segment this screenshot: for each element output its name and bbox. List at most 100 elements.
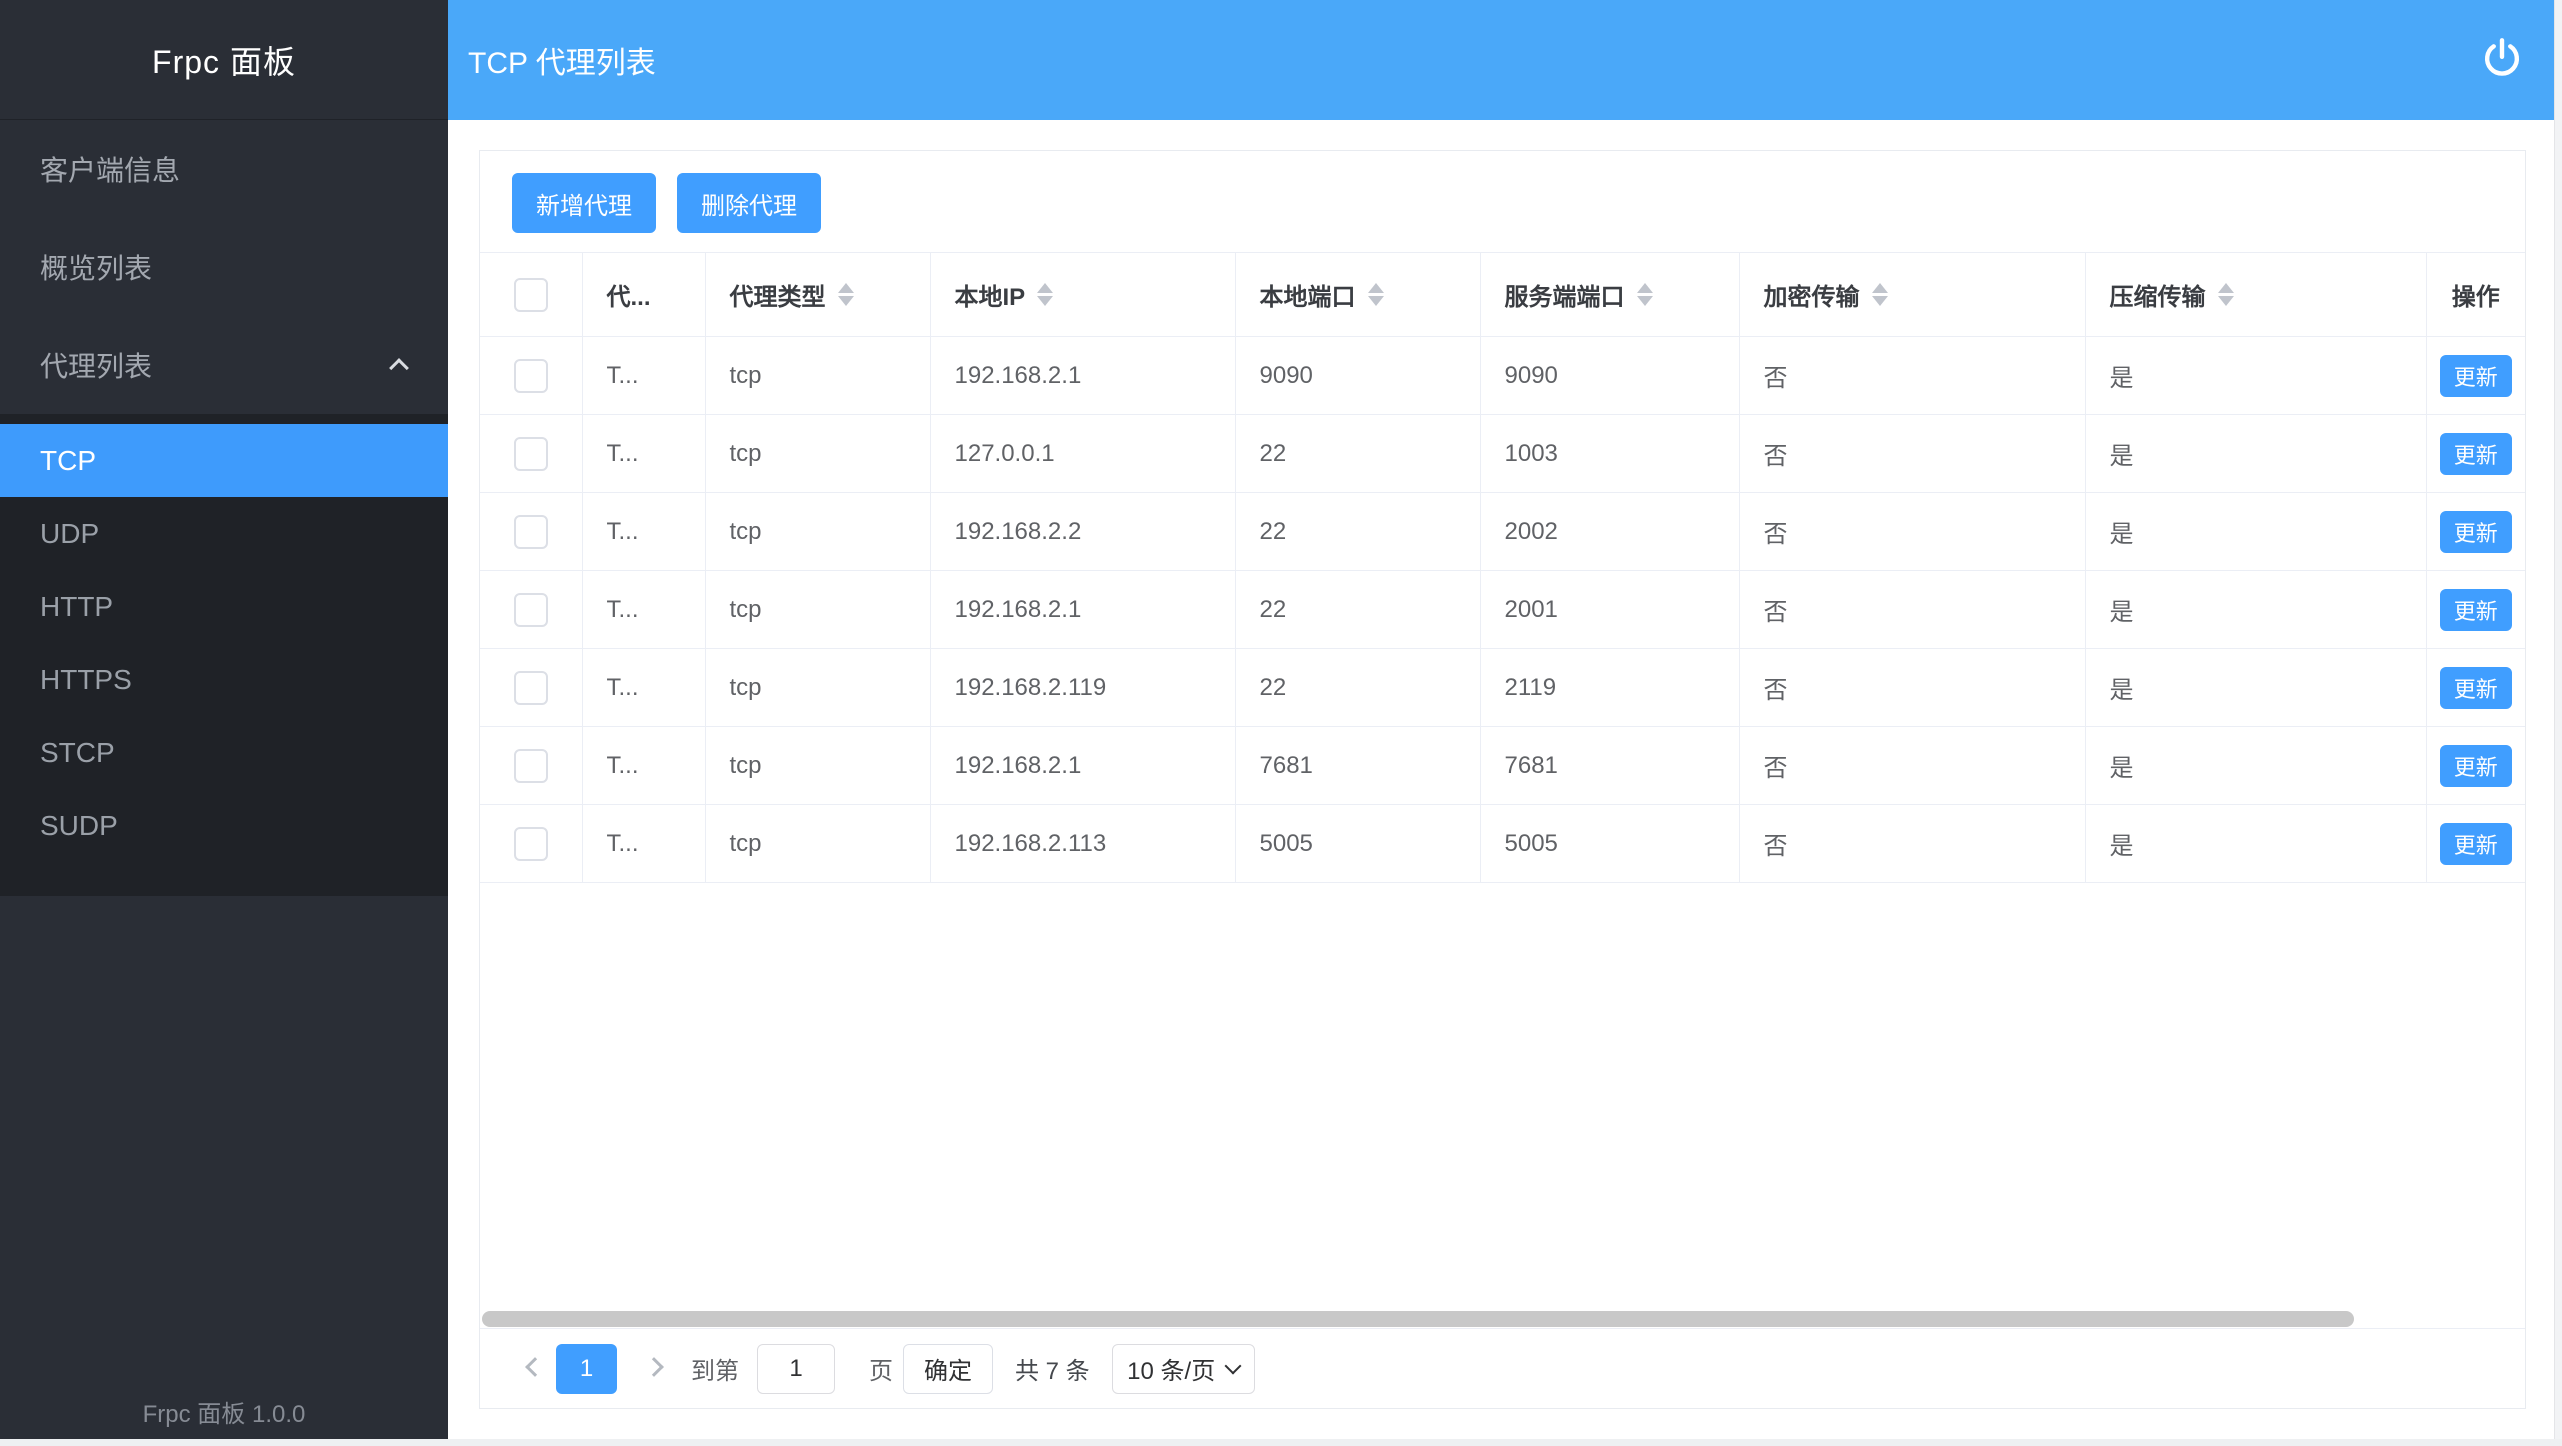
- cell-name: T...: [582, 337, 705, 415]
- sidebar-item-udp[interactable]: UDP: [0, 497, 448, 570]
- table-row: T...tcp127.0.0.1221003否是更新: [480, 415, 2525, 493]
- cell-type: tcp: [705, 415, 930, 493]
- cell-local-ip: 192.168.2.119: [930, 649, 1235, 727]
- page-title: TCP 代理列表: [468, 38, 656, 82]
- update-button[interactable]: 更新: [2440, 511, 2512, 553]
- column-header-local-ip[interactable]: 本地IP: [930, 253, 1235, 337]
- chevron-down-icon: [1225, 1357, 1242, 1374]
- cell-encrypted: 否: [1739, 337, 2085, 415]
- caret-up-icon: [838, 283, 854, 293]
- sort-carets-icon[interactable]: [2218, 283, 2234, 306]
- cell-compressed: 是: [2085, 493, 2426, 571]
- cell-local-port: 7681: [1235, 727, 1480, 805]
- cell-local-ip: 192.168.2.1: [930, 337, 1235, 415]
- column-header-label: 加密传输: [1764, 277, 1860, 312]
- column-header-compressed[interactable]: 压缩传输: [2085, 253, 2426, 337]
- caret-down-icon: [1368, 296, 1384, 306]
- sidebar-item-proxy-list[interactable]: 代理列表: [0, 316, 448, 414]
- column-header-label: 压缩传输: [2110, 277, 2206, 312]
- add-proxy-button[interactable]: 新增代理: [512, 173, 656, 233]
- sort-carets-icon[interactable]: [1368, 283, 1384, 306]
- next-page-button[interactable]: [643, 1356, 665, 1381]
- cell-encrypted: 否: [1739, 571, 2085, 649]
- sidebar-menu: 客户端信息 概览列表 代理列表 TCP UDP HTTP HTTPS STCP: [0, 120, 448, 896]
- row-checkbox[interactable]: [514, 515, 548, 549]
- previous-page-button[interactable]: [524, 1356, 546, 1381]
- sort-carets-icon[interactable]: [838, 283, 854, 306]
- column-header-inner: 压缩传输: [2110, 277, 2234, 312]
- caret-up-icon: [1872, 283, 1888, 293]
- cell-compressed: 是: [2085, 649, 2426, 727]
- cell-encrypted: 否: [1739, 415, 2085, 493]
- table-row: T...tcp192.168.2.190909090否是更新: [480, 337, 2525, 415]
- cell-local-port: 22: [1235, 571, 1480, 649]
- sidebar-item-label: 客户端信息: [40, 149, 180, 189]
- page-number-1[interactable]: 1: [556, 1344, 617, 1394]
- sidebar-item-stcp[interactable]: STCP: [0, 716, 448, 789]
- row-checkbox[interactable]: [514, 593, 548, 627]
- sort-carets-icon[interactable]: [1037, 283, 1053, 306]
- sidebar-item-https[interactable]: HTTPS: [0, 643, 448, 716]
- update-button[interactable]: 更新: [2440, 667, 2512, 709]
- window-scrollbar-track[interactable]: [2554, 0, 2562, 1446]
- cell-compressed: 是: [2085, 805, 2426, 883]
- row-checkbox[interactable]: [514, 437, 548, 471]
- power-button[interactable]: [2480, 36, 2524, 84]
- pagination-bar: 1 到第 页 确定 共 7 条 10 条/页: [480, 1328, 2525, 1408]
- cell-name: T...: [582, 805, 705, 883]
- update-button[interactable]: 更新: [2440, 745, 2512, 787]
- sidebar-item-http[interactable]: HTTP: [0, 570, 448, 643]
- update-button[interactable]: 更新: [2440, 589, 2512, 631]
- confirm-button[interactable]: 确定: [903, 1344, 993, 1394]
- update-button[interactable]: 更新: [2440, 433, 2512, 475]
- delete-proxy-button[interactable]: 删除代理: [677, 173, 821, 233]
- row-checkbox[interactable]: [514, 827, 548, 861]
- sidebar-item-overview-list[interactable]: 概览列表: [0, 218, 448, 316]
- select-all-checkbox[interactable]: [514, 278, 548, 312]
- cell-local-ip: 192.168.2.2: [930, 493, 1235, 571]
- caret-up-icon: [2218, 283, 2234, 293]
- toolbar: 新增代理 删除代理: [512, 173, 2525, 233]
- column-header-remote-port[interactable]: 服务端端口: [1480, 253, 1739, 337]
- sidebar-item-sudp[interactable]: SUDP: [0, 789, 448, 862]
- cell-select: [480, 571, 582, 649]
- sidebar-item-tcp[interactable]: TCP: [0, 424, 448, 497]
- row-checkbox[interactable]: [514, 359, 548, 393]
- row-checkbox[interactable]: [514, 671, 548, 705]
- power-icon: [2482, 37, 2522, 84]
- table-header-row: 代...代理类型本地IP本地端口服务端端口加密传输压缩传输操作: [480, 253, 2525, 337]
- app-version: Frpc 面板 1.0.0: [0, 1394, 448, 1429]
- table-row: T...tcp192.168.2.176817681否是更新: [480, 727, 2525, 805]
- row-checkbox[interactable]: [514, 749, 548, 783]
- cell-type: tcp: [705, 727, 930, 805]
- sidebar-item-client-info[interactable]: 客户端信息: [0, 120, 448, 218]
- sidebar-item-label: TCP: [40, 445, 96, 477]
- column-header-local-port[interactable]: 本地端口: [1235, 253, 1480, 337]
- cell-compressed: 是: [2085, 727, 2426, 805]
- cell-remote-port: 1003: [1480, 415, 1739, 493]
- sidebar: Frpc 面板 客户端信息 概览列表 代理列表 TCP UDP HTTP HTT…: [0, 0, 448, 1439]
- column-header-encrypted[interactable]: 加密传输: [1739, 253, 2085, 337]
- update-button[interactable]: 更新: [2440, 823, 2512, 865]
- page-size-select[interactable]: 10 条/页: [1112, 1344, 1255, 1394]
- cell-remote-port: 5005: [1480, 805, 1739, 883]
- column-header-inner: 服务端端口: [1505, 277, 1653, 312]
- table-horizontal-scrollbar[interactable]: [482, 1311, 2354, 1327]
- cell-type: tcp: [705, 649, 930, 727]
- cell-name: T...: [582, 727, 705, 805]
- cell-name: T...: [582, 571, 705, 649]
- goto-page-input[interactable]: [757, 1344, 835, 1394]
- sort-carets-icon[interactable]: [1637, 283, 1653, 306]
- cell-local-ip: 192.168.2.1: [930, 727, 1235, 805]
- column-header-type[interactable]: 代理类型: [705, 253, 930, 337]
- cell-local-ip: 192.168.2.113: [930, 805, 1235, 883]
- cell-compressed: 是: [2085, 415, 2426, 493]
- sort-carets-icon[interactable]: [1872, 283, 1888, 306]
- sidebar-item-label: 代理列表: [40, 345, 152, 385]
- column-header-select: [480, 253, 582, 337]
- update-button[interactable]: 更新: [2440, 355, 2512, 397]
- cell-select: [480, 337, 582, 415]
- cell-action: 更新: [2426, 805, 2525, 883]
- table-row: T...tcp192.168.2.119222119否是更新: [480, 649, 2525, 727]
- column-header-label: 代理类型: [730, 277, 826, 312]
